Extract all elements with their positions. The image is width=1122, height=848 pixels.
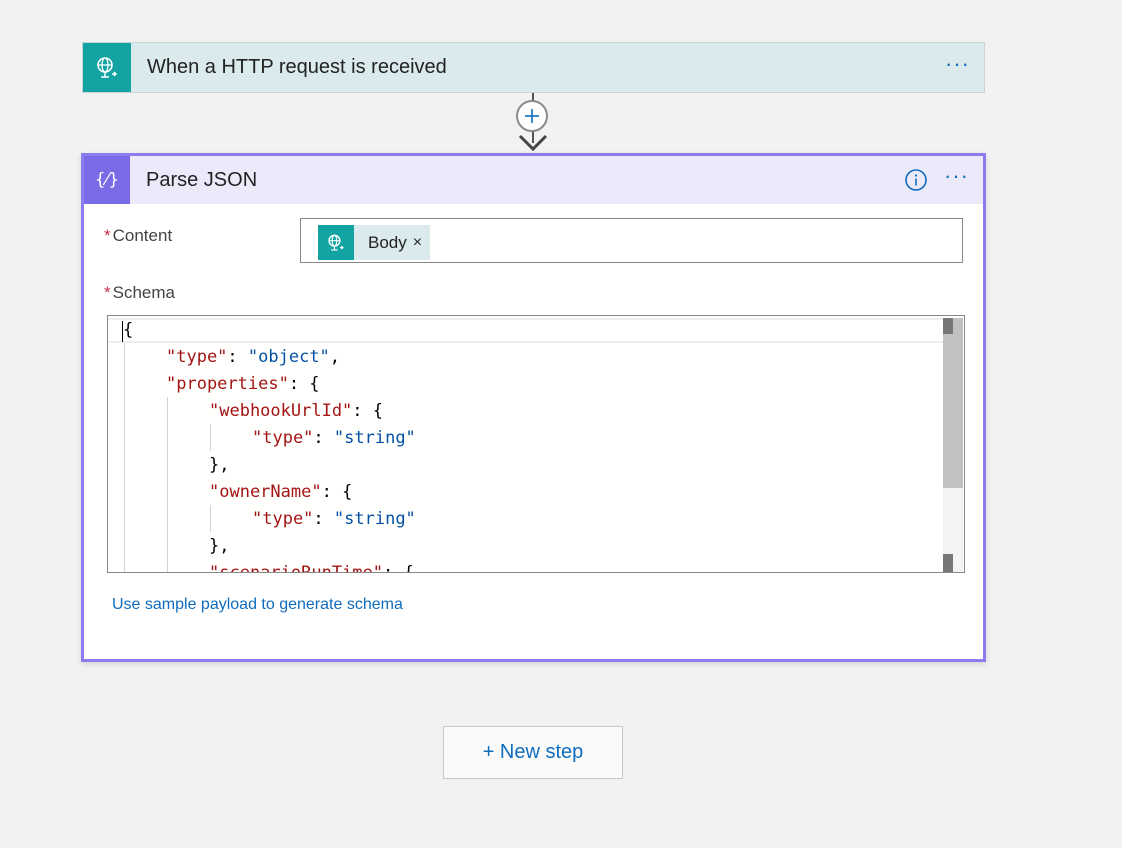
scrollbar-marker [943,318,953,334]
json-punctuation: : [313,509,334,529]
json-punctuation: { [123,320,134,340]
parse-json-header[interactable]: {⁄} Parse JSON ··· [84,156,983,204]
code-line: "type": "object", [166,344,340,371]
body-token[interactable]: Body × [318,225,431,260]
json-key: "webhookUrlId" [209,401,353,421]
token-remove-icon[interactable]: × [413,234,422,252]
json-punctuation: : { [321,482,353,502]
plus-icon [525,109,539,123]
content-label: * Content [104,226,173,245]
parse-json-card: {⁄} Parse JSON ··· * Content Body × * Sc… [81,153,986,662]
curly-braces-icon: {⁄} [84,156,130,204]
code-line: "ownerName": { [209,479,352,506]
parse-json-more-options-icon[interactable]: ··· [944,165,969,195]
json-punctuation: : [313,428,334,448]
new-step-button[interactable]: + New step [443,726,623,779]
code-line: "webhookUrlId": { [209,398,383,425]
code-line: "properties": { [166,371,320,398]
parse-json-title: Parse JSON [146,168,258,191]
code-line: "type": "string" [252,506,416,533]
required-marker: * [104,226,111,245]
json-key: "type" [166,347,228,367]
schema-label: * Schema [104,283,175,302]
trigger-more-options-icon[interactable]: ··· [945,52,970,83]
json-punctuation: }, [209,536,230,556]
json-punctuation: : { [383,563,414,573]
globe-request-icon [318,225,354,260]
insert-step-button[interactable] [516,100,548,132]
json-punctuation: : { [352,401,384,421]
json-string: "object" [247,347,330,367]
schema-code-editor[interactable]: {"type": "object", "properties": {"webhoo… [107,315,965,573]
json-punctuation: , [329,347,341,367]
trigger-card[interactable]: When a HTTP request is received ··· [82,42,985,93]
code-line: "type": "string" [252,425,416,452]
editor-scrollbar[interactable] [943,318,963,572]
info-icon[interactable] [904,168,928,192]
code-line: "scenarioRunTime": { [209,560,414,573]
trigger-title: When a HTTP request is received [147,56,447,78]
current-line-highlight [108,318,963,343]
indent-guide [124,343,125,572]
json-punctuation: : { [288,374,320,394]
json-string: "string" [333,428,416,448]
text-cursor [122,321,123,342]
content-field[interactable]: Body × [300,218,963,263]
indent-guide [167,397,168,572]
indent-guide [210,505,211,532]
json-key: "scenarioRunTime" [209,563,383,573]
required-marker: * [104,283,111,302]
json-key: "type" [252,509,314,529]
scrollbar-marker [943,554,953,572]
generate-schema-link[interactable]: Use sample payload to generate schema [112,596,403,614]
globe-request-icon [83,43,131,92]
code-line: { [123,317,133,344]
json-string: "string" [333,509,416,529]
indent-guide [210,424,211,451]
scrollbar-thumb[interactable] [943,318,963,488]
json-key: "type" [252,428,314,448]
json-punctuation: : [227,347,248,367]
token-label: Body [368,232,407,252]
connector-arrow-icon [518,134,548,152]
json-key: "ownerName" [209,482,322,502]
code-line: }, [209,452,229,479]
code-line: }, [209,533,229,560]
json-key: "properties" [166,374,289,394]
json-punctuation: }, [209,455,230,475]
